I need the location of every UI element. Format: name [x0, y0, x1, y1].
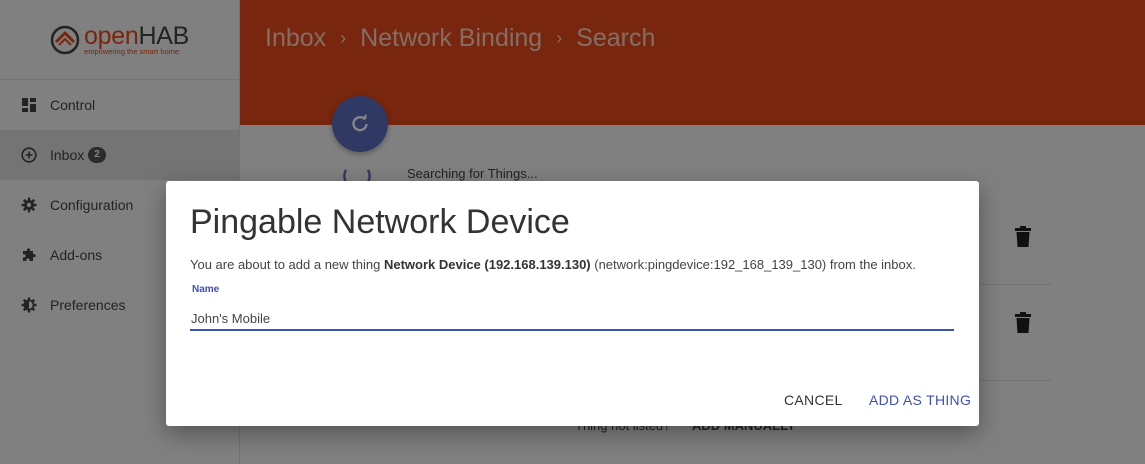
cancel-button[interactable]: CANCEL — [784, 392, 843, 408]
dialog-text-prefix: You are about to add a new thing — [190, 257, 384, 272]
add-thing-dialog: Pingable Network Device You are about to… — [166, 181, 979, 426]
add-as-thing-button[interactable]: ADD AS THING — [869, 392, 971, 408]
name-input[interactable] — [190, 307, 954, 331]
name-field-label: Name — [192, 284, 220, 295]
dialog-message: You are about to add a new thing Network… — [190, 257, 916, 272]
thing-label: Network Device (192.168.139.130) — [383, 257, 591, 272]
dialog-text-suffix: (network:pingdevice:192_168_139_130) fro… — [590, 257, 916, 272]
dialog-title: Pingable Network Device — [190, 203, 570, 241]
